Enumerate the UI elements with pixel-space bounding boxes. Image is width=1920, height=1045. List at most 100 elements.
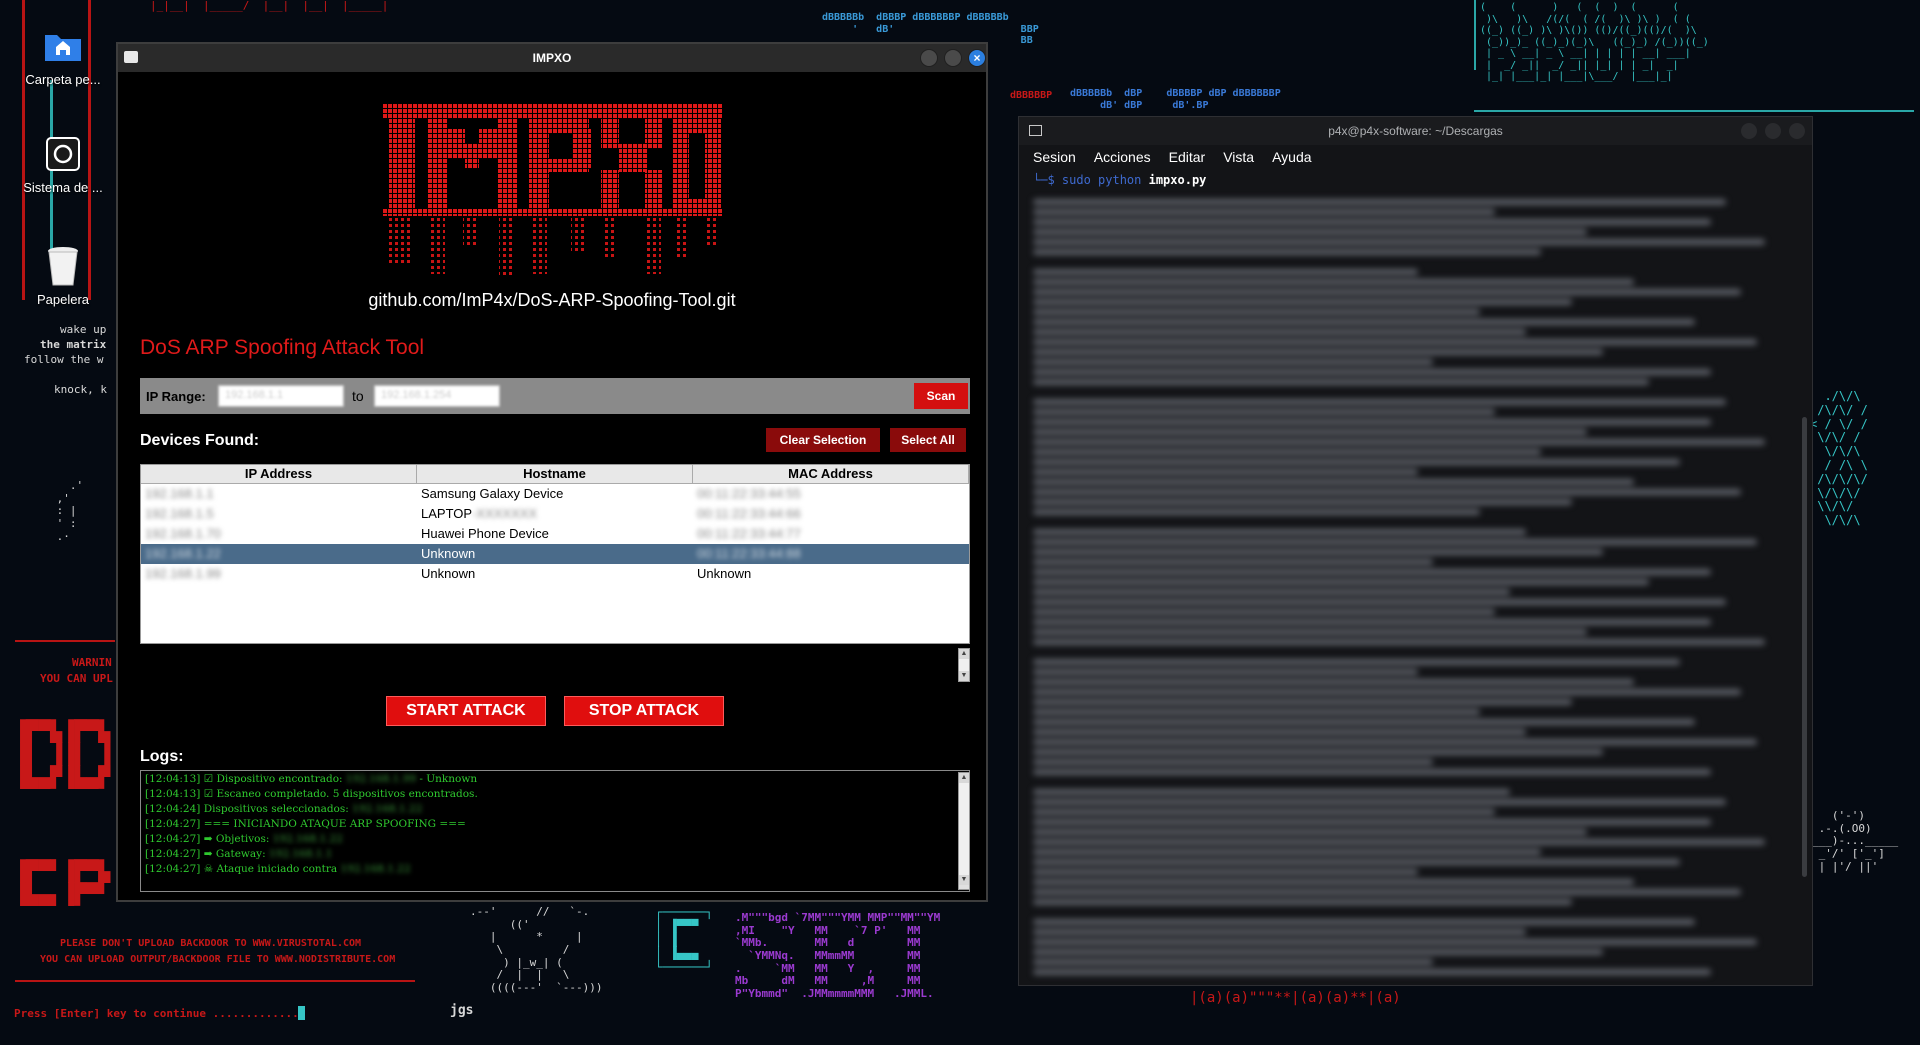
- log-line: [12:04:27] ☠ Ataque iniciado contra 192.…: [145, 863, 411, 875]
- log-line: [12:04:24] Dispositivos seleccionados: 1…: [145, 803, 423, 815]
- terminal-output-line: [1033, 589, 1511, 595]
- terminal-output-line: [1033, 679, 1634, 685]
- wallpaper-face-ascii: ('-') .-.(.O0) ___)-..._____ _'/' ['_'] …: [1812, 809, 1899, 873]
- scroll-up-arrow-icon[interactable]: ▲: [959, 773, 969, 783]
- desktop-icon-home-folder[interactable]: Carpeta pe...: [18, 26, 108, 87]
- row-hostname: Unknown: [421, 566, 476, 581]
- terminal-minimize-button[interactable]: [1741, 123, 1757, 139]
- table-row-selected[interactable]: 192.168.1.22 Unknown 00:11:22:33:44:88: [141, 544, 969, 564]
- terminal-output-line: [1033, 709, 1480, 715]
- terminal-output-line: [1033, 279, 1634, 285]
- desktop-icon-label: Papelera: [36, 292, 90, 307]
- terminal-output-line: [1033, 749, 1603, 755]
- terminal-output-line: [1033, 559, 1434, 565]
- wallpaper-red-ascii-top: |_|__| |_____/ |__| |__| |_____|: [150, 0, 389, 12]
- terminal-output-line: [1033, 969, 1711, 975]
- terminal-output-line: [1033, 919, 1696, 925]
- terminal-output-line: [1033, 829, 1588, 835]
- terminal-output-line: [1033, 369, 1711, 375]
- scroll-up-arrow-icon[interactable]: ▲: [959, 649, 969, 659]
- wallpaper-matrix-text: the matrix: [40, 338, 107, 351]
- terminal-output-line: [1033, 739, 1757, 745]
- impxo-titlebar[interactable]: IMPXO ×: [118, 44, 986, 72]
- wallpaper-upload-text: YOU CAN UPL: [40, 672, 113, 685]
- terminal-output-line: [1033, 199, 1726, 205]
- devices-table-scrollbar[interactable]: ▲ ▼: [958, 648, 970, 682]
- terminal-maximize-button[interactable]: [1765, 123, 1781, 139]
- scroll-down-arrow-icon[interactable]: ▼: [959, 671, 969, 681]
- row-ip: 192.168.1.5: [145, 506, 214, 521]
- terminal-output-line: [1033, 719, 1696, 725]
- ip-to-input[interactable]: 192.168.1.254: [374, 385, 500, 407]
- menu-acciones[interactable]: Acciones: [1094, 149, 1151, 165]
- row-ip: 192.168.1.1: [145, 486, 214, 501]
- terminal-scrollbar[interactable]: [1802, 417, 1807, 877]
- terminal-output-blurred: [1033, 195, 1803, 975]
- desktop-icon-system[interactable]: Sistema de ...: [18, 134, 108, 195]
- log-line: [12:04:27] === INICIANDO ATAQUE ARP SPOO…: [145, 818, 466, 830]
- scan-button[interactable]: Scan: [914, 383, 968, 409]
- wallpaper-dots: .' ,' : | ' : .·: [56, 479, 84, 543]
- terminal-output-line: [1033, 789, 1511, 795]
- terminal-titlebar[interactable]: p4x@p4x-software: ~/Descargas: [1019, 117, 1812, 145]
- terminal-output-line: [1033, 409, 1495, 415]
- table-row[interactable]: 192.168.1.99 Unknown Unknown: [141, 564, 969, 584]
- ip-from-input[interactable]: 192.168.1.1: [218, 385, 344, 407]
- terminal-output-line: [1033, 609, 1495, 615]
- log-line: [12:04:27] ➡ Objetivos: 192.168.1.22: [145, 833, 343, 845]
- clear-selection-button[interactable]: Clear Selection: [766, 428, 880, 452]
- column-header-mac[interactable]: MAC Address: [693, 465, 969, 483]
- terminal-output-line: [1033, 849, 1542, 855]
- wallpaper-cyan-ascii-right: ./\/\ /\/\/ / < / \/ / \/\/ / \/\/\ / /\…: [1810, 389, 1868, 528]
- logs-label: Logs:: [140, 748, 184, 765]
- wallpaper-red-ascii-bottom-right: |(a)(a)"""**|(a)(a)**|(a): [1190, 990, 1401, 1006]
- terminal-output-line: [1033, 239, 1765, 245]
- column-header-hostname[interactable]: Hostname: [417, 465, 693, 483]
- column-header-ip[interactable]: IP Address: [141, 465, 417, 483]
- menu-ayuda[interactable]: Ayuda: [1272, 149, 1311, 165]
- desktop-icon-label: Sistema de ...: [23, 180, 103, 195]
- close-button[interactable]: ×: [968, 49, 986, 67]
- row-hostname: Samsung Galaxy Device: [421, 486, 564, 501]
- logs-scrollbar[interactable]: ▲ ▼: [958, 772, 970, 890]
- row-hostname: LAPTOP-XXXXXXX: [421, 506, 538, 521]
- minimize-button[interactable]: [920, 49, 938, 67]
- wallpaper-bug-ascii: .--' // `-. ((' | * | \ / ) |_w_| ( / | …: [470, 905, 603, 994]
- logs-textbox[interactable]: [12:04:13] ☑ Dispositivo encontrado: 192…: [140, 770, 970, 892]
- table-row[interactable]: 192.168.1.70 Huawei Phone Device 00:11:2…: [141, 524, 969, 544]
- terminal-output-line: [1033, 299, 1572, 305]
- menu-editar[interactable]: Editar: [1169, 149, 1206, 165]
- menu-sesion[interactable]: Sesion: [1033, 149, 1076, 165]
- terminal-output-line: [1033, 339, 1757, 345]
- table-row[interactable]: 192.168.1.5 LAPTOP-XXXXXXX 00:11:22:33:4…: [141, 504, 969, 524]
- select-all-button[interactable]: Select All: [890, 428, 966, 452]
- terminal-output-line: [1033, 659, 1680, 665]
- start-attack-button[interactable]: START ATTACK: [386, 696, 546, 726]
- row-ip: 192.168.1.22: [145, 546, 221, 561]
- scroll-down-arrow-icon[interactable]: ▼: [959, 875, 969, 885]
- terminal-window-title: p4x@p4x-software: ~/Descargas: [1328, 124, 1503, 138]
- stop-attack-button[interactable]: STOP ATTACK: [564, 696, 724, 726]
- menu-vista[interactable]: Vista: [1223, 149, 1254, 165]
- log-line: [12:04:27] ➡ Gateway: 192.168.1.1: [145, 848, 333, 860]
- terminal-output-line: [1033, 619, 1711, 625]
- terminal-output-line: [1033, 399, 1726, 405]
- terminal-output-line: [1033, 729, 1526, 735]
- tool-title: DoS ARP Spoofing Attack Tool: [140, 336, 425, 359]
- terminal-output-line: [1033, 879, 1634, 885]
- desktop-icon-trash[interactable]: Papelera: [18, 246, 108, 307]
- wallpaper-notice-2: YOU CAN UPLOAD OUTPUT/BACKDOOR FILE TO W…: [40, 954, 396, 965]
- terminal-output-line: [1033, 249, 1542, 255]
- terminal-output-line: [1033, 579, 1649, 585]
- wallpaper-follow-text: follow the w: [24, 353, 104, 366]
- terminal-output-line: [1033, 809, 1495, 815]
- terminal-output-line: [1033, 489, 1742, 495]
- terminal-close-button[interactable]: [1789, 123, 1805, 139]
- to-label: to: [352, 388, 364, 404]
- terminal-output-line: [1033, 859, 1680, 865]
- wallpaper-cyan-line: [1474, 110, 1914, 112]
- terminal-app-icon: [1029, 125, 1042, 136]
- maximize-button[interactable]: [944, 49, 962, 67]
- table-row[interactable]: 192.168.1.1 Samsung Galaxy Device 00:11:…: [141, 484, 969, 504]
- desktop-icon-label: Carpeta pe...: [25, 72, 101, 87]
